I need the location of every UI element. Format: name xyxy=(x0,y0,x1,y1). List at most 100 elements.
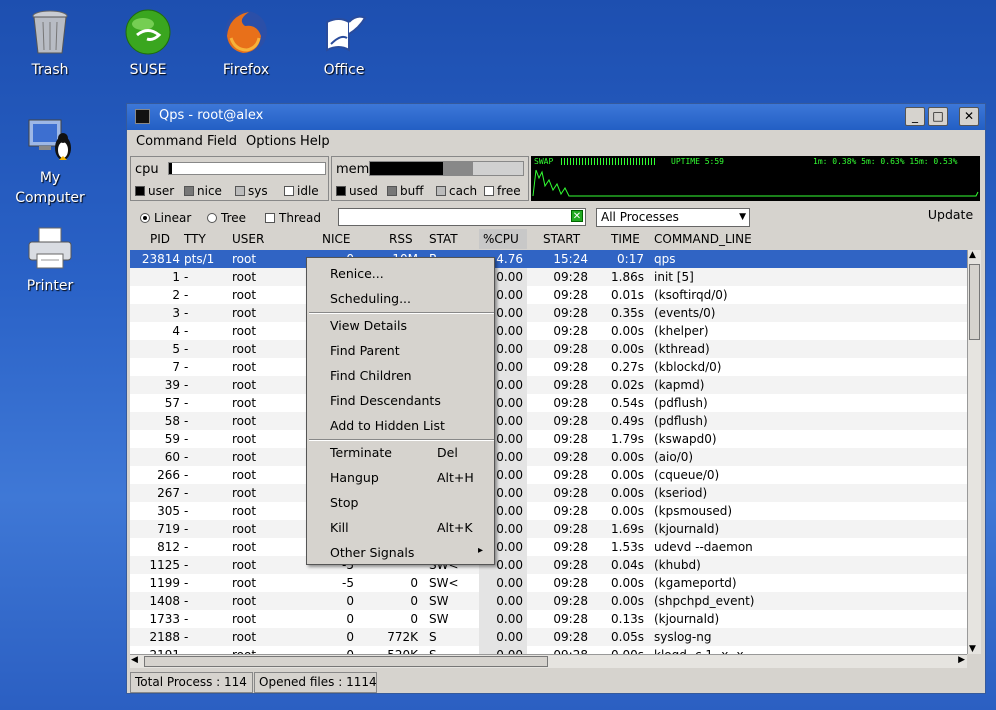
table-row[interactable]: 58-root0SW0.0009:280.49s(pdflush) xyxy=(130,412,967,430)
process-table[interactable]: 23814pts/1root010MR4.7615:240:17qps1-roo… xyxy=(130,250,967,654)
desktop-icon-firefox[interactable]: Firefox xyxy=(206,8,286,80)
table-row[interactable]: 1199- root -5 0 SW< 0.00 09:28 0.00s (kgameportd… xyxy=(130,574,967,592)
cell-start: 09:28 xyxy=(553,468,588,482)
table-row[interactable]: 1733- root 0 0 SW 0.00 09:28 0.13s (kjournald) xyxy=(130,610,967,628)
cell-user: root xyxy=(232,630,257,644)
cell-start: 09:28 xyxy=(553,396,588,410)
table-row[interactable]: 2-root19SWN0.0009:280.01s(ksoftirqd/0) xyxy=(130,286,967,304)
desktop-icon-trash[interactable]: Trash xyxy=(10,8,90,80)
cell-pid: 2188 xyxy=(149,630,180,644)
menu-item-hangup[interactable]: Hangup Alt+H xyxy=(330,470,474,485)
cpu-meter-label: cpu xyxy=(135,162,159,177)
table-row[interactable]: 59-root0SW0.0009:281.79s(kswapd0) xyxy=(130,430,967,448)
window-titlebar[interactable]: Qps - root@alex _ □ ✕ xyxy=(127,104,985,130)
cell-start: 09:28 xyxy=(553,612,588,626)
table-row[interactable]: 39-root0SW0.0009:280.02s(kapmd) xyxy=(130,376,967,394)
mode-tree-radio[interactable]: Tree xyxy=(207,211,246,225)
menu-item-find-children[interactable]: Find Children xyxy=(330,368,412,383)
maximize-button[interactable]: □ xyxy=(928,107,948,126)
menu-options[interactable]: Options xyxy=(246,134,296,149)
hscroll-thumb[interactable] xyxy=(144,656,548,667)
scroll-down-icon[interactable]: ▼ xyxy=(969,644,976,654)
desktop-icon-office[interactable]: Office xyxy=(304,8,384,80)
cell-cpu: 0.00 xyxy=(496,576,523,590)
close-button[interactable]: ✕ xyxy=(959,107,979,126)
table-row[interactable]: 60-root-5SW<0.0009:280.00s(aio/0) xyxy=(130,448,967,466)
column-nice[interactable]: NICE xyxy=(322,232,350,246)
cell-start: 09:28 xyxy=(553,540,588,554)
cell-tty: - xyxy=(184,486,189,500)
scroll-thumb[interactable] xyxy=(969,264,980,340)
cell-tty: - xyxy=(184,522,189,536)
menu-item-kill[interactable]: Kill Alt+K xyxy=(330,520,473,535)
menu-item-find-descendants[interactable]: Find Descendants xyxy=(330,393,441,408)
update-button[interactable]: Update xyxy=(924,205,977,226)
menu-item-find-parent[interactable]: Find Parent xyxy=(330,343,400,358)
menu-item-renice[interactable]: Renice... xyxy=(330,266,384,281)
column-time[interactable]: TIME xyxy=(611,232,640,246)
table-row[interactable]: 266-root-5SW<0.0009:280.00s(cqueue/0) xyxy=(130,466,967,484)
menu-field[interactable]: Field xyxy=(207,134,237,149)
scroll-up-icon[interactable]: ▲ xyxy=(969,250,976,260)
cell-start: 09:28 xyxy=(553,576,588,590)
cell-user: root xyxy=(232,432,257,446)
table-row[interactable]: 5-root-5SW<0.0009:280.00s(kthread) xyxy=(130,340,967,358)
cell-stat: S xyxy=(429,646,437,654)
table-row[interactable]: 305-root-5SW<0.0009:280.00s(kpsmoused) xyxy=(130,502,967,520)
cell-cpu: 0.00 xyxy=(496,288,523,302)
column-pid[interactable]: PID xyxy=(150,232,170,246)
mode-thread-checkbox[interactable]: Thread xyxy=(265,211,321,225)
cell-pid: 1125 xyxy=(149,558,180,572)
cell-user: root xyxy=(232,414,257,428)
desktop-icon-my-computer[interactable]: My Computer xyxy=(10,116,90,208)
minimize-button[interactable]: _ xyxy=(905,107,925,126)
menu-item-stop[interactable]: Stop xyxy=(330,495,358,510)
vertical-scrollbar[interactable]: ▲ ▼ xyxy=(967,250,981,654)
process-filter-select[interactable]: All Processes ▼ xyxy=(596,208,750,227)
column-tty[interactable]: TTY xyxy=(184,232,206,246)
submenu-arrow-icon: ▸ xyxy=(478,545,484,556)
menu-item-terminate[interactable]: Terminate Del xyxy=(330,445,458,460)
table-row[interactable]: 2191- root 0 520K S 0.00 09:28 0.00s klogd -c 1 … xyxy=(130,646,967,654)
menu-item-other-signals[interactable]: Other Signals ▸ xyxy=(330,545,483,560)
menu-item-scheduling[interactable]: Scheduling... xyxy=(330,291,411,306)
table-row[interactable]: 3-root-5SW<0.0009:280.35s(events/0) xyxy=(130,304,967,322)
desktop-icon-suse[interactable]: SUSE xyxy=(108,8,188,80)
table-row[interactable]: 1408- root 0 0 SW 0.00 09:28 0.00s (shpchpd_even… xyxy=(130,592,967,610)
menu-item-view-details[interactable]: View Details xyxy=(330,318,407,333)
cell-command-line: init [5] xyxy=(654,270,694,284)
table-row[interactable]: 1-root0S0.0009:281.86sinit [5] xyxy=(130,268,967,286)
column-user[interactable]: USER xyxy=(232,232,264,246)
table-row[interactable]: 57-root0SW0.0009:280.54s(pdflush) xyxy=(130,394,967,412)
clear-search-icon[interactable]: ✕ xyxy=(571,210,583,222)
app-icon xyxy=(135,109,150,124)
mode-linear-radio[interactable]: Linear xyxy=(140,211,191,225)
cell-cpu: 0.00 xyxy=(496,396,523,410)
column-cpu[interactable]: %CPU xyxy=(479,229,527,249)
table-row[interactable]: 267-root-5SW<0.0009:280.00s(kseriod) xyxy=(130,484,967,502)
cell-start: 09:28 xyxy=(553,522,588,536)
cell-user: root xyxy=(232,612,257,626)
table-row[interactable]: 1125- root -5 SW< 0.00 09:28 0.04s (khubd) xyxy=(130,556,967,574)
search-input[interactable] xyxy=(338,208,586,226)
cell-stat: S xyxy=(429,630,437,644)
table-row[interactable]: 7-root-5SW<0.0009:280.27s(kblockd/0) xyxy=(130,358,967,376)
cell-user: root xyxy=(232,468,257,482)
qps-window: Qps - root@alex _ □ ✕ Command Field Opti… xyxy=(126,103,986,694)
column-rss[interactable]: RSS xyxy=(389,232,413,246)
table-row[interactable]: 4-root-5SW<0.0009:280.00s(khelper) xyxy=(130,322,967,340)
horizontal-scrollbar[interactable]: ◀ ▶ xyxy=(130,654,967,668)
menu-help[interactable]: Help xyxy=(300,134,330,149)
table-row[interactable]: 2188- root 0 772K S 0.00 09:28 0.05s syslog-ng xyxy=(130,628,967,646)
desktop-icon-printer[interactable]: Printer xyxy=(10,224,90,296)
table-row[interactable]: 812-root-4S<0.0009:281.53sudevd --daemon xyxy=(130,538,967,556)
column-stat[interactable]: STAT xyxy=(429,232,458,246)
scroll-left-icon[interactable]: ◀ xyxy=(131,655,138,665)
table-row[interactable]: 23814pts/1root010MR4.7615:240:17qps xyxy=(130,250,967,268)
column-start[interactable]: START xyxy=(543,232,580,246)
table-row[interactable]: 719-root0SW0.0009:281.69s(kjournald) xyxy=(130,520,967,538)
menu-command[interactable]: Command xyxy=(136,134,203,149)
column-command-line[interactable]: COMMAND_LINE xyxy=(654,232,752,246)
menu-item-add-to-hidden-list[interactable]: Add to Hidden List xyxy=(330,418,445,433)
scroll-right-icon[interactable]: ▶ xyxy=(958,655,965,665)
